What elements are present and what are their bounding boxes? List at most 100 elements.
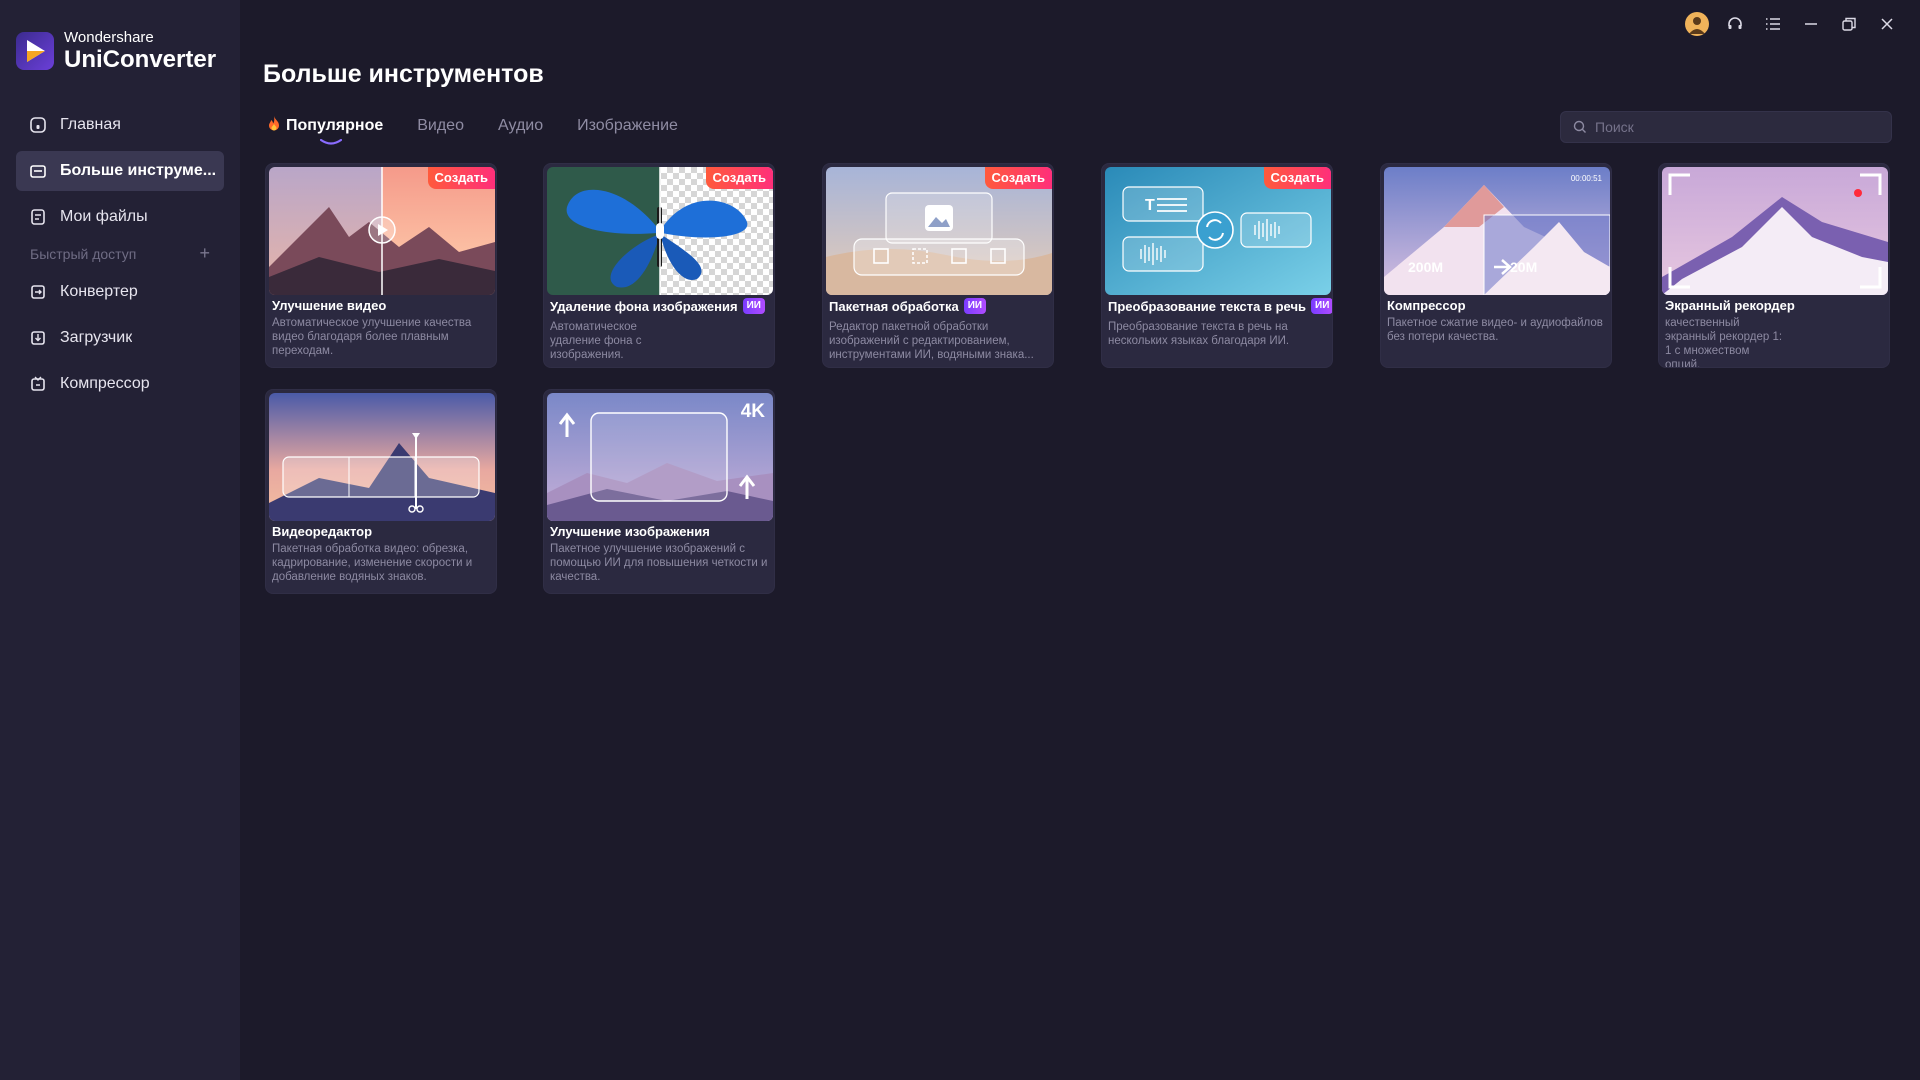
menu-list-icon — [1766, 18, 1780, 30]
tool-description: Редактор пакетной обработки изображений … — [829, 321, 1034, 361]
support-button[interactable] — [1716, 12, 1754, 36]
tool-description: Автоматическое улучшение качества видео … — [272, 317, 472, 357]
tab-image[interactable]: Изображение — [577, 117, 678, 135]
headset-icon — [1728, 17, 1742, 29]
avatar-icon — [1685, 12, 1709, 36]
tool-description: качественный экранный рекордер 1: 1 с мн… — [1665, 317, 1783, 368]
close-button[interactable] — [1868, 12, 1906, 36]
search-icon — [1573, 120, 1586, 133]
tool-thumbnail: Создать — [826, 167, 1052, 295]
tool-title-text: Компрессор — [1387, 298, 1466, 313]
tool-thumbnail: 00:00:51 200M 20M — [1384, 167, 1610, 295]
tool-description: Преобразование текста в речь на нескольк… — [1108, 321, 1290, 347]
home-icon — [28, 115, 48, 135]
tool-thumbnail — [269, 393, 495, 521]
account-button[interactable] — [1678, 12, 1716, 36]
tool-thumbnail: T Создать — [1105, 167, 1331, 295]
menu-button[interactable] — [1754, 12, 1792, 36]
sidebar-item-more-tools[interactable]: Больше инструме... — [16, 151, 224, 191]
tab-label: Популярное — [286, 117, 384, 134]
tool-description: Пакетная обработка видео: обрезка, кадри… — [272, 543, 473, 583]
fire-icon — [268, 116, 280, 136]
window-controls — [1678, 12, 1906, 36]
main-nav: Главная Больше инструме... Мои файлы — [16, 105, 224, 243]
tab-popular[interactable]: Популярное — [268, 116, 384, 145]
add-quick-access-button[interactable]: + — [199, 244, 210, 262]
tool-title: Удаление фона изображения ИИ — [550, 298, 765, 314]
active-tab-indicator — [320, 139, 342, 145]
tool-title-text: Преобразование текста в речь — [1108, 298, 1306, 314]
search-box[interactable] — [1560, 111, 1892, 143]
app-logo[interactable]: Wondershare UniConverter — [16, 30, 216, 72]
uniconverter-logo-icon — [16, 32, 54, 70]
converter-icon — [28, 282, 48, 302]
tool-card-video-enhance[interactable]: Создать Улучшение видео Автоматическое у… — [265, 163, 497, 368]
sidebar-item-compressor[interactable]: Компрессор — [16, 364, 224, 404]
tab-label: Аудио — [497, 117, 544, 134]
resolution-label: 4K — [740, 401, 765, 422]
restore-icon — [1842, 17, 1856, 31]
svg-text:T: T — [1145, 197, 1155, 214]
tool-card-video-editor[interactable]: Видеоредактор Пакетная обработка видео: … — [265, 389, 497, 594]
quick-access-list: Конвертер Загрузчик Компрессор — [16, 272, 224, 410]
tool-card-remove-background[interactable]: Создать Удаление фона изображения ИИ Авто… — [543, 163, 775, 368]
ai-badge: ИИ — [742, 298, 765, 314]
tab-label: Видео — [417, 117, 464, 134]
sidebar-item-label: Компрессор — [60, 375, 150, 392]
close-icon — [1881, 18, 1893, 30]
tool-description: Пакетное сжатие видео- и аудиофайлов без… — [1387, 317, 1603, 343]
compressor-icon — [28, 374, 48, 394]
tool-title: Компрессор — [1387, 298, 1466, 313]
sidebar-item-my-files[interactable]: Мои файлы — [16, 197, 224, 237]
size-before-label: 200M — [1408, 259, 1444, 275]
create-badge: Создать — [1263, 167, 1331, 189]
tab-audio[interactable]: Аудио — [498, 117, 543, 135]
quick-access-header: Быстрый доступ + — [30, 244, 210, 262]
tool-title: Улучшение видео — [272, 298, 386, 313]
tool-title: Видеоредактор — [272, 524, 372, 539]
tool-title: Экранный рекордер — [1665, 298, 1795, 313]
minimize-icon — [1805, 23, 1817, 25]
ai-badge: ИИ — [963, 298, 987, 314]
search-input[interactable] — [1595, 119, 1875, 135]
tab-label: Изображение — [577, 117, 678, 134]
sidebar-item-converter[interactable]: Конвертер — [16, 272, 224, 312]
page-title: Больше инструментов — [263, 60, 544, 88]
downloader-icon — [28, 328, 48, 348]
sidebar-item-label: Главная — [60, 116, 121, 133]
brand-name: Wondershare — [64, 29, 154, 46]
quick-access-label: Быстрый доступ — [30, 246, 137, 262]
tool-thumbnail: Создать — [547, 167, 773, 295]
tool-title-text: Видеоредактор — [272, 524, 373, 539]
tool-card-text-to-speech[interactable]: T Создать Преобразование текста в речь ИИ… — [1101, 163, 1333, 368]
sidebar-item-downloader[interactable]: Загрузчик — [16, 318, 224, 358]
create-badge: Создать — [427, 167, 495, 189]
tool-title-text: Экранный рекордер — [1665, 298, 1795, 313]
tool-title: Пакетная обработка ИИ — [829, 298, 987, 314]
ai-badge: ИИ — [1311, 298, 1332, 314]
product-name: UniConverter — [64, 46, 217, 73]
tool-card-batch-processing[interactable]: Создать Пакетная обработка ИИ Редактор па… — [822, 163, 1054, 368]
tool-title: Улучшение изображения — [550, 524, 710, 539]
sidebar-item-label: Конвертер — [60, 283, 138, 300]
tool-thumbnail: 4K — [547, 393, 773, 521]
tool-card-image-enhance[interactable]: 4K Улучшение изображения Пакетное улучше… — [543, 389, 775, 594]
tool-description: Пакетное улучшение изображений с помощью… — [550, 543, 768, 583]
restore-button[interactable] — [1830, 12, 1868, 36]
create-badge: Создать — [705, 167, 773, 189]
minimize-button[interactable] — [1792, 12, 1830, 36]
tool-title: Преобразование текста в речь ИИ — [1108, 298, 1332, 314]
tool-thumbnail: Создать — [269, 167, 495, 295]
category-tabs: Популярное Видео Аудио Изображение — [268, 116, 712, 145]
tool-card-screen-recorder[interactable]: Экранный рекордер качественный экранный … — [1658, 163, 1890, 368]
tool-title-text: Улучшение изображения — [550, 524, 710, 539]
tool-title-text: Удаление фона изображения — [550, 298, 738, 314]
sidebar: Wondershare UniConverter Главная Больше … — [0, 0, 240, 1080]
duration-label: 00:00:51 — [1570, 174, 1602, 183]
sidebar-item-home[interactable]: Главная — [16, 105, 224, 145]
tab-video[interactable]: Видео — [417, 117, 464, 135]
tool-card-compressor[interactable]: 00:00:51 200M 20M Компрессор Пакетное сж… — [1380, 163, 1612, 368]
sidebar-item-label: Больше инструме... — [60, 162, 217, 179]
toolbox-icon — [28, 161, 48, 181]
tool-title-text: Пакетная обработка — [829, 298, 959, 314]
